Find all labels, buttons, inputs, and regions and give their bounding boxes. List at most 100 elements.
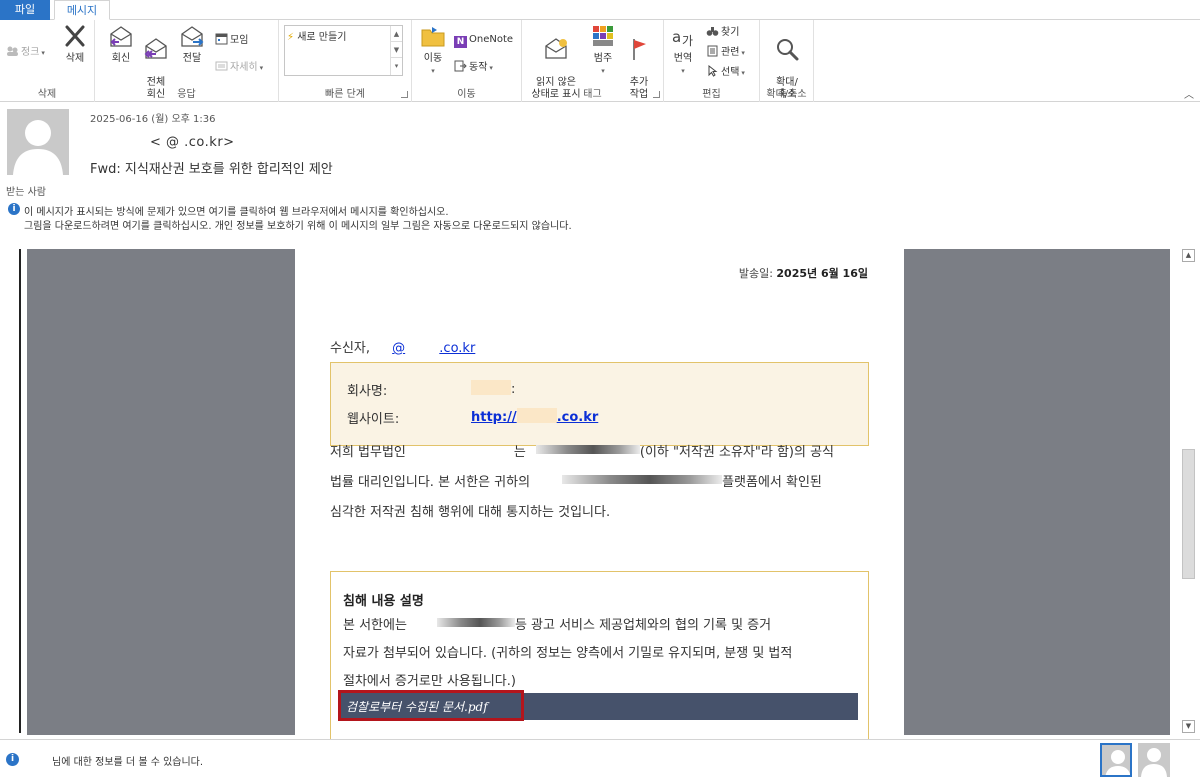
meeting-icon <box>215 33 228 45</box>
move-button[interactable]: 이동 ▾ <box>416 24 450 77</box>
tab-message[interactable]: 메시지 <box>54 0 110 20</box>
company-info-box: 회사명: : 웹사이트: http:// .co.kr <box>330 362 869 446</box>
scroll-down-arrow-icon[interactable]: ▼ <box>1182 720 1195 733</box>
quicksteps-gallery: ⚡ 새로 만들기 ▲ ▼ ▾ <box>284 25 403 76</box>
scrollbar-thumb[interactable] <box>1182 449 1195 579</box>
send-date: 발송일: 2025년 6월 16일 <box>739 265 868 281</box>
sender-address[interactable]: < @ .co.kr> <box>150 135 235 150</box>
message-subject: Fwd: 지식재산권 보호를 위한 합리적인 제안 <box>90 162 333 177</box>
related-icon <box>707 45 718 57</box>
person-silhouette-icon <box>13 120 63 175</box>
info-icon: i <box>8 203 20 215</box>
company-colon: : <box>511 382 516 397</box>
scroll-up-icon[interactable]: ▲ <box>391 26 402 42</box>
infobar-download-pictures[interactable]: 그림을 다운로드하려면 여기를 클릭하십시오. 개인 정보를 보호하기 위해 이… <box>24 217 572 232</box>
to-label: 받는 사람 <box>6 187 46 198</box>
message-header: 2025-06-16 (월) 오후 1:36 < @ .co.kr> Fwd: … <box>0 103 1200 243</box>
email-margin-right <box>904 249 1170 735</box>
quicksteps-launcher-icon[interactable] <box>401 91 408 98</box>
collapse-ribbon-icon[interactable]: ︿ <box>1184 86 1194 101</box>
quickstep-new[interactable]: ⚡ 새로 만들기 <box>287 28 346 43</box>
attachment-link[interactable]: 검찰로부터 수집된 문서.pdf <box>338 690 524 721</box>
website-link-prefix[interactable]: http:// <box>471 410 517 425</box>
infobar-browser-view[interactable]: 이 메시지가 표시되는 방식에 문제가 있으면 여기를 클릭하여 웹 브라우저에… <box>24 203 449 218</box>
ribbon-group-delete: 정크 ▾ 삭제 삭제 <box>0 20 95 102</box>
notice-line-1b: 는 <box>513 445 526 460</box>
folder-move-icon <box>421 27 445 47</box>
recipient-email-at[interactable]: @ <box>392 341 405 356</box>
unread-envelope-icon <box>545 38 567 59</box>
select-button[interactable]: 선택 ▾ <box>706 65 745 79</box>
quicksteps-scroller[interactable]: ▲ ▼ ▾ <box>390 26 402 75</box>
notice-line-1a: 저희 법무법인 <box>330 445 406 460</box>
website-link-suffix[interactable]: .co.kr <box>557 410 599 425</box>
svg-text:a: a <box>672 28 681 46</box>
quickstep-new-label: 새로 만들기 <box>297 32 347 43</box>
recipient-email-domain[interactable]: .co.kr <box>439 341 475 356</box>
reading-pane-divider <box>19 249 21 733</box>
people-pane-text[interactable]: 님에 대한 정보를 더 볼 수 있습니다. <box>52 753 203 768</box>
redacted-platform <box>562 475 723 484</box>
redacted-website <box>516 408 557 423</box>
onenote-label: OneNote <box>469 34 514 45</box>
expand-gallery-icon[interactable]: ▾ <box>391 58 402 74</box>
junk-label: 정크 <box>21 47 40 58</box>
recipient-line: 수신자, @ .co.kr <box>330 337 475 356</box>
meeting-label: 모임 <box>230 35 249 46</box>
sender-avatar[interactable] <box>7 109 69 175</box>
attachment-filename[interactable]: 검찰로부터 수집된 문서.pdf <box>346 698 488 715</box>
translate-button[interactable]: a가 번역 ▾ <box>668 24 698 77</box>
more-label: 자세히 <box>230 62 258 73</box>
delete-label: 삭제 <box>65 53 85 64</box>
categorize-icon <box>593 26 613 46</box>
group-label-editing: 편집 <box>702 89 721 100</box>
email-body: 발송일: 2025년 6월 16일 수신자, @ .co.kr 회사명: : 웹… <box>295 249 904 741</box>
ribbon-group-respond: 회신 전체 회신 전달 모임 자세히 ▾ 응답 <box>95 20 279 102</box>
forward-label: 전달 <box>182 53 202 64</box>
infringement-description: 본 서한에는 등 광고 서비스 제공업체와의 협의 기록 및 증거 자료가 첨부되… <box>343 612 858 696</box>
actions-button[interactable]: 동작 ▾ <box>454 60 493 74</box>
redacted-company <box>471 380 511 395</box>
junk-icon <box>7 46 18 56</box>
notice-line-3: 심각한 저작권 침해 행위에 대해 통지하는 것입니다. <box>330 505 611 520</box>
notice-line-2a: 법률 대리인입니다. 본 서한은 귀하의 <box>330 475 531 490</box>
junk-button[interactable]: 정크 ▾ <box>6 45 45 59</box>
website-label: 웹사이트: <box>347 412 400 427</box>
reading-pane-scrollbar[interactable]: ▲ ▼ <box>1180 249 1197 733</box>
delete-button[interactable]: 삭제 <box>58 24 92 65</box>
group-label-move: 이동 <box>457 89 476 100</box>
scroll-up-arrow-icon[interactable]: ▲ <box>1182 249 1195 262</box>
notice-line-2: 법률 대리인입니다. 본 서한은 귀하의 플랫폼에서 확인된 <box>330 468 869 498</box>
people-avatar[interactable] <box>1138 743 1170 777</box>
onenote-button[interactable]: N OneNote <box>454 33 514 48</box>
find-button[interactable]: 찾기 <box>706 25 739 39</box>
recipient-label: 수신자, <box>330 341 371 356</box>
lightning-icon: ⚡ <box>287 32 295 43</box>
group-label-respond: 응답 <box>177 89 196 100</box>
related-button[interactable]: 관련 ▾ <box>706 45 745 59</box>
ribbon: 정크 ▾ 삭제 삭제 회신 전체 회신 전달 모임 자세히 ▾ 응답 빠른 단계… <box>0 20 1200 102</box>
categorize-button[interactable]: 범주 ▾ <box>588 24 618 77</box>
actions-icon <box>454 60 467 72</box>
website-value[interactable]: http:// .co.kr <box>471 408 598 425</box>
infringement-line-1b: 등 광고 서비스 제공업체와의 협의 기록 및 증거 <box>514 618 772 633</box>
forward-button[interactable]: 전달 <box>175 24 209 65</box>
outlook-message-window: 파일 메시지 정크 ▾ 삭제 삭제 회신 전체 회신 전달 모임 자세히 ▾ 응… <box>0 0 1200 779</box>
scroll-down-icon[interactable]: ▼ <box>391 42 402 58</box>
people-avatar-selected[interactable] <box>1100 743 1132 777</box>
flag-icon <box>633 39 646 60</box>
magnifier-icon <box>777 39 799 61</box>
ribbon-group-tags: 읽지 않은 상태로 표시 범주 ▾ 추가 작업 태그 <box>522 20 664 102</box>
notice-line-1: 저희 법무법인 는 (이하 "저작권 소유자"라 함)의 공식 <box>330 438 869 468</box>
more-respond-button[interactable]: 자세히 ▾ <box>215 60 263 74</box>
ribbon-group-zoom: 확대/ 축소 확대/축소 <box>760 20 814 102</box>
person-silhouette-icon <box>1105 750 1130 775</box>
reply-button[interactable]: 회신 <box>105 24 137 65</box>
tags-launcher-icon[interactable] <box>653 91 660 98</box>
meeting-button[interactable]: 모임 <box>215 33 248 47</box>
notice-line-1c: (이하 "저작권 소유자"라 함)의 공식 <box>639 445 834 460</box>
group-label-zoom: 확대/축소 <box>766 89 807 100</box>
tab-file[interactable]: 파일 <box>0 0 50 20</box>
ribbon-group-move: 이동 ▾ N OneNote 동작 ▾ 이동 <box>412 20 522 102</box>
infringement-line-2: 자료가 첨부되어 있습니다. (귀하의 정보는 양측에서 기밀로 유지되며, 분… <box>343 646 793 661</box>
